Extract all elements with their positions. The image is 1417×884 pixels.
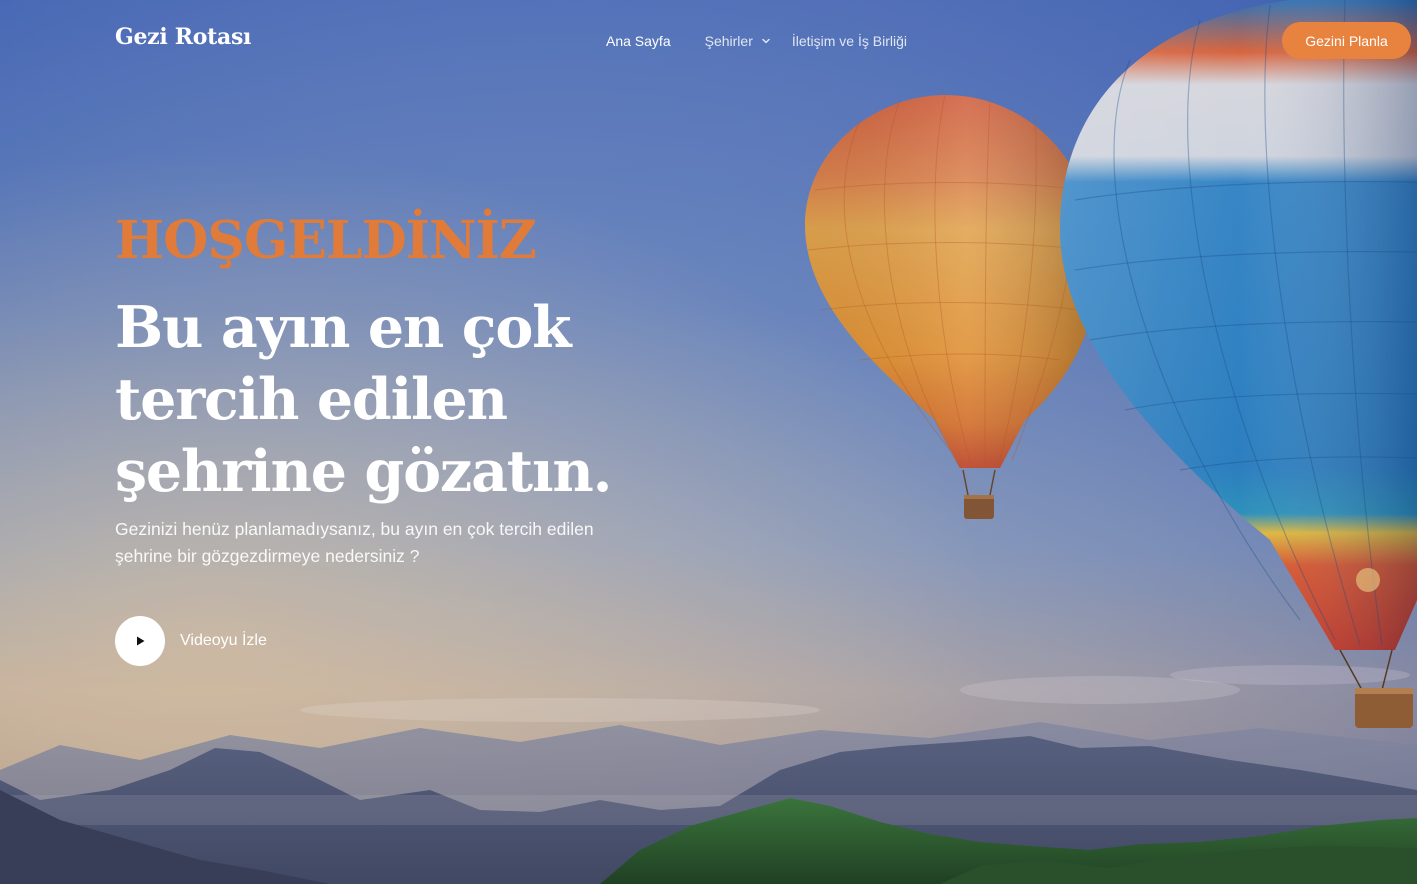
watch-video-link[interactable]: Videoyu İzle bbox=[115, 616, 267, 666]
hero-section: Gezi Rotası Ana Sayfa Şehirler İletişim … bbox=[0, 0, 1417, 884]
plan-trip-button[interactable]: Gezini Planla bbox=[1282, 22, 1411, 59]
play-icon bbox=[137, 636, 145, 646]
watch-video-label: Videoyu İzle bbox=[180, 632, 267, 649]
nav-item-sehirler-label: Şehirler bbox=[704, 33, 753, 49]
hero-subtext: Gezinizi henüz planlamadıysanız, bu ayın… bbox=[115, 519, 594, 566]
nav-item-sehirler[interactable]: Şehirler bbox=[705, 33, 770, 49]
site-logo[interactable]: Gezi Rotası bbox=[115, 24, 251, 50]
nav-menu: Ana Sayfa Şehirler İletişim ve İş Birliğ… bbox=[606, 33, 907, 49]
nav-item-iletisim[interactable]: İletişim ve İş Birliği bbox=[792, 33, 907, 49]
nav-item-ana-sayfa[interactable]: Ana Sayfa bbox=[606, 33, 671, 49]
play-button[interactable] bbox=[115, 616, 165, 666]
hero-headline: Bu ayın en çok tercih edilen şehrine göz… bbox=[115, 294, 612, 505]
welcome-eyebrow: HOŞGELDİNİZ bbox=[115, 210, 537, 271]
chevron-down-icon bbox=[762, 38, 770, 44]
top-navigation: Gezi Rotası Ana Sayfa Şehirler İletişim … bbox=[0, 0, 1417, 84]
